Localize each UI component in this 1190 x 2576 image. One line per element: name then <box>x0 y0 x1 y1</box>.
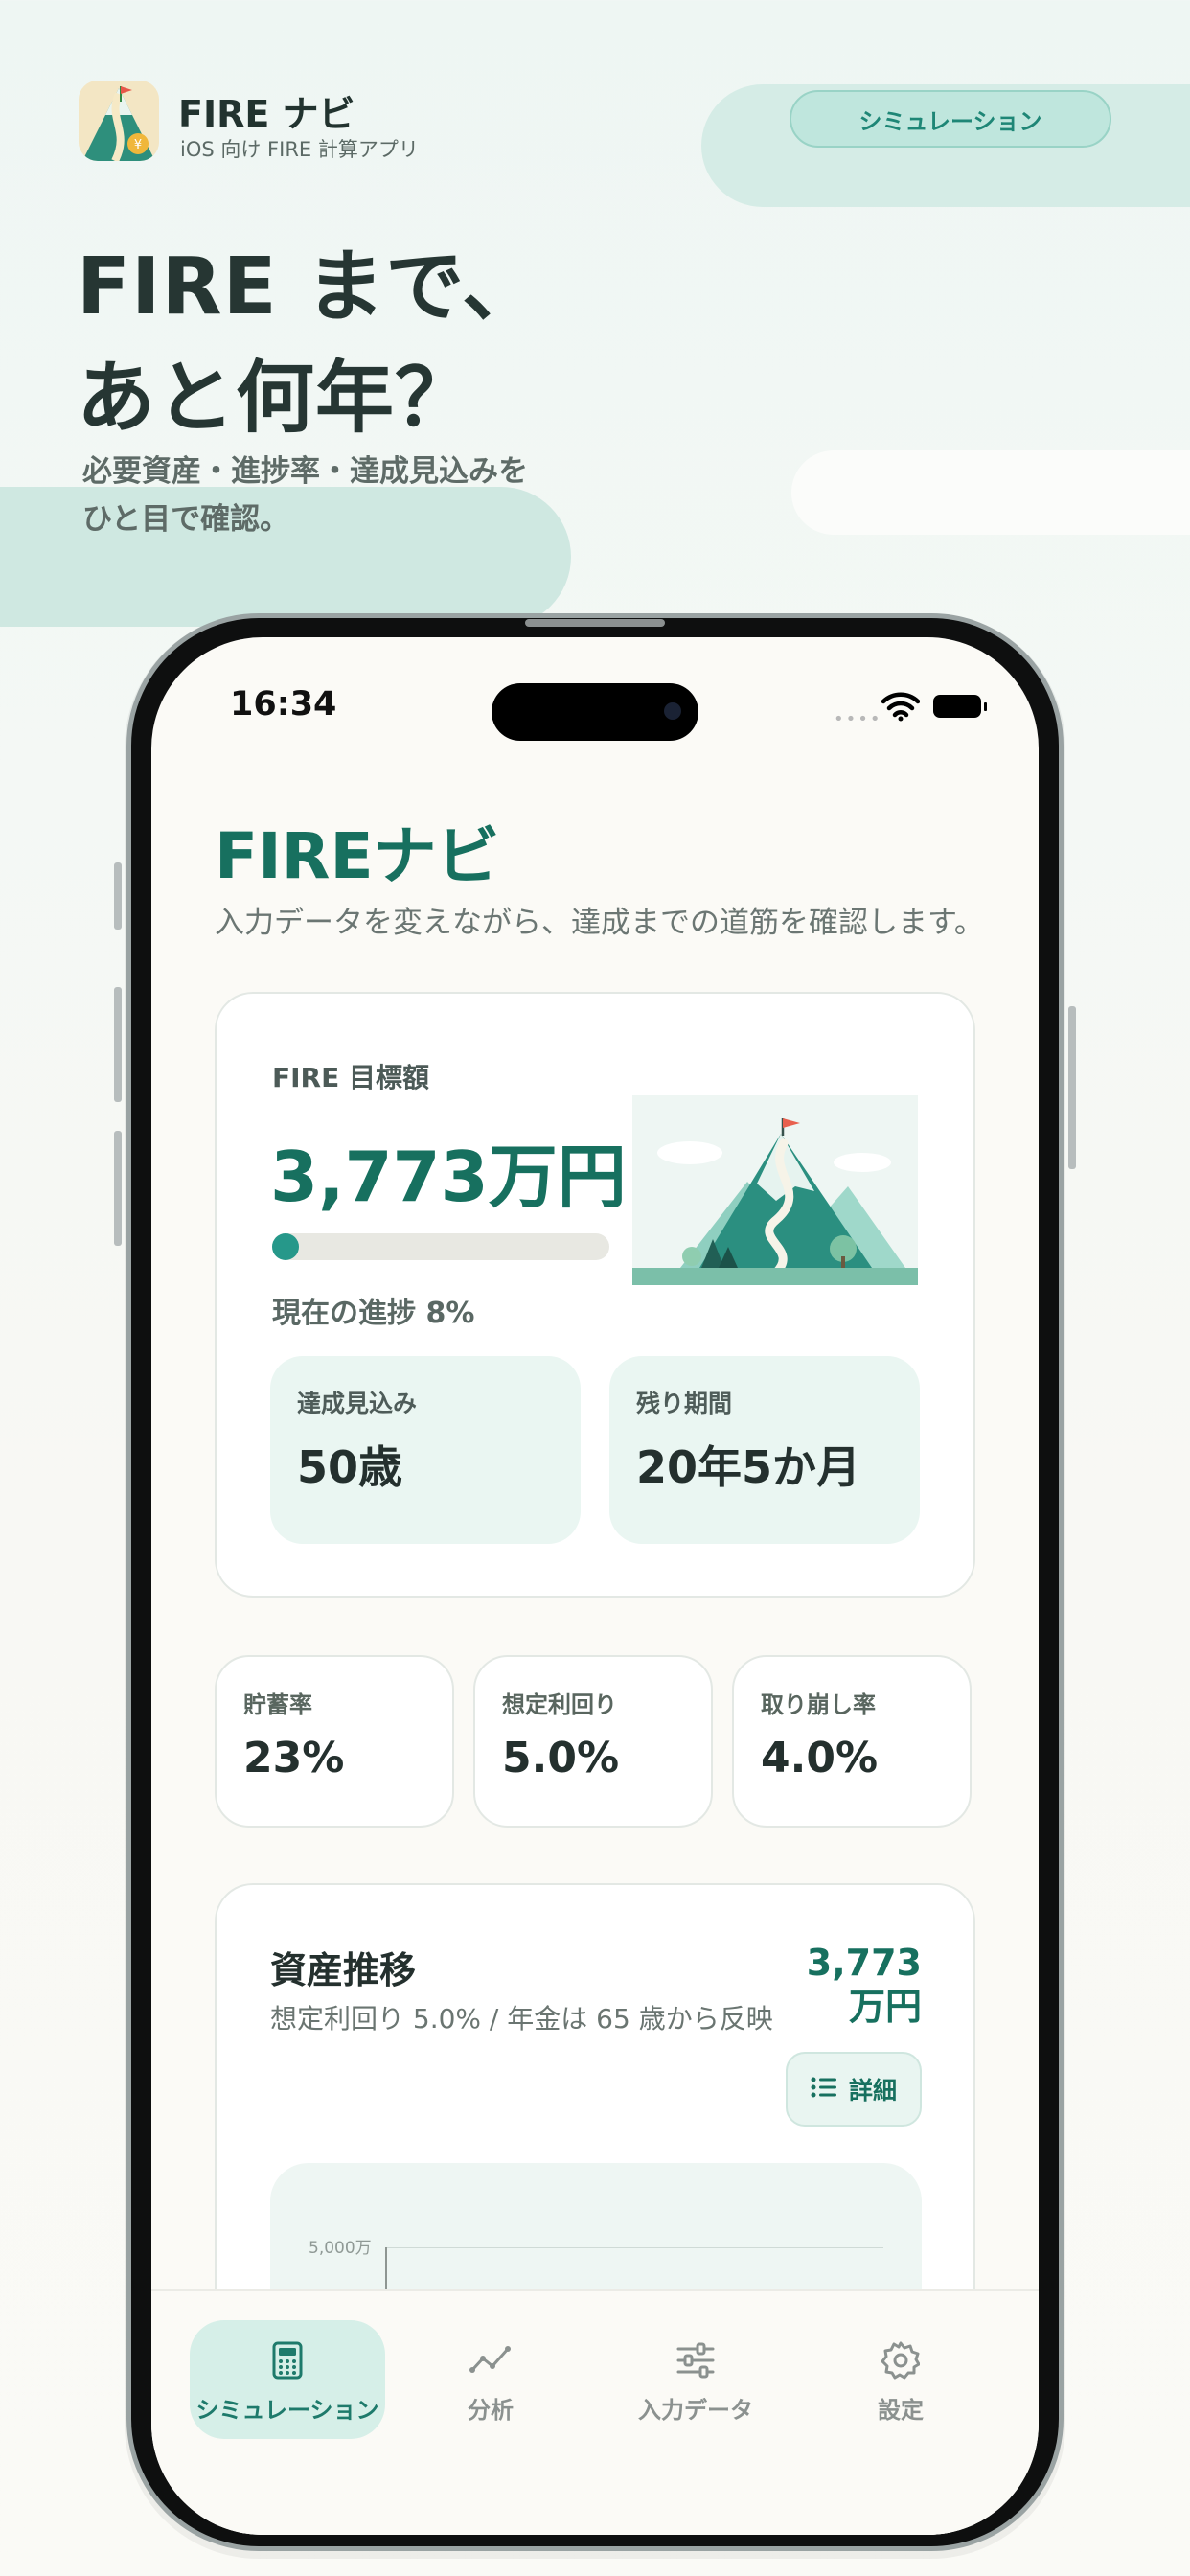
mountain-illustration <box>632 1095 918 1285</box>
trend-amount-number: 3,773 <box>806 1942 922 1984</box>
tab-simulation[interactable]: シミュレーション <box>190 2320 385 2439</box>
tab-analysis[interactable]: 分析 <box>393 2320 588 2439</box>
tab-bar: シミュレーション 分析 入力データ 設定 <box>151 2289 1039 2535</box>
phone-power-button <box>1068 1006 1076 1169</box>
goal-value: 3,773万円 <box>270 1137 627 1217</box>
decor-blob-mid-right <box>791 450 1190 535</box>
remaining-label: 残り期間 <box>636 1390 733 1417</box>
metric-expected-return[interactable]: 想定利回り 5.0% <box>473 1655 713 1828</box>
eta-value: 50歳 <box>297 1441 403 1493</box>
metric-label: 想定利回り <box>502 1691 617 1718</box>
status-time: 16:34 <box>230 685 337 724</box>
progress-text: 現在の進捗 8% <box>272 1297 475 1330</box>
trend-amount: 3,773 万円 <box>807 1941 922 2029</box>
list-icon <box>811 2076 837 2104</box>
camera-lens <box>664 702 681 720</box>
calculator-icon <box>272 2341 303 2383</box>
brand-name: FIRE ナビ <box>178 93 355 135</box>
headline-line-2: あと何年？ <box>77 353 475 444</box>
chart-gridline <box>385 2247 883 2248</box>
app-subtitle: 入力データを変えながら、達成までの道筋を確認します。 <box>215 906 984 940</box>
eta-label: 達成見込み <box>297 1390 418 1417</box>
phone-mute-switch <box>114 862 122 930</box>
progress-bar <box>272 1233 609 1260</box>
signal-icon: •••• <box>834 709 882 729</box>
brand-subtitle: iOS 向け FIRE 計算アプリ <box>180 138 419 161</box>
svg-text:¥: ¥ <box>134 138 142 152</box>
subcopy-line-1: 必要資産・進捗率・達成見込みを <box>82 454 528 489</box>
y-tick-label: 5,000万 <box>309 2239 372 2258</box>
phone-speaker <box>525 619 665 627</box>
remaining-value: 20年5か月 <box>636 1441 861 1493</box>
tab-label: 分析 <box>468 2397 514 2424</box>
tab-label: シミュレーション <box>195 2397 379 2424</box>
remaining-stat: 残り期間 20年5か月 <box>609 1356 920 1544</box>
app-title: FIREナビ <box>215 819 500 893</box>
trend-subtitle: 想定利回り 5.0% / 年金は 65 歳から反映 <box>270 2003 773 2035</box>
tab-input-data[interactable]: 入力データ <box>598 2320 793 2439</box>
phone-volume-down <box>114 1131 122 1246</box>
tab-label: 設定 <box>878 2397 924 2424</box>
subcopy-line-2: ひと目で確認。 <box>82 502 290 537</box>
metric-withdrawal-rate[interactable]: 取り崩し率 4.0% <box>732 1655 972 1828</box>
trend-amount-unit: 万円 <box>848 1986 922 2028</box>
gear-icon <box>881 2341 921 2383</box>
tab-settings[interactable]: 設定 <box>803 2320 998 2439</box>
progress-fill <box>272 1233 300 1260</box>
metric-value: 5.0% <box>502 1734 620 1782</box>
metric-savings-rate[interactable]: 貯蓄率 23% <box>215 1655 454 1828</box>
phone-volume-up <box>114 987 122 1102</box>
wifi-icon <box>881 691 921 725</box>
phone-screen: 16:34 •••• FIREナビ 入力データを変えながら、達成までの道筋を確認… <box>151 637 1039 2535</box>
app-icon: ¥ <box>79 80 159 161</box>
simulation-pill[interactable]: シミュレーション <box>790 90 1111 148</box>
metric-label: 取り崩し率 <box>761 1691 876 1718</box>
headline-line-1: FIRE まで、 <box>77 242 541 333</box>
tab-label: 入力データ <box>638 2397 753 2424</box>
goal-label: FIRE 目標額 <box>272 1062 429 1093</box>
eta-stat: 達成見込み 50歳 <box>270 1356 581 1544</box>
metric-label: 貯蓄率 <box>243 1691 312 1718</box>
fire-goal-card[interactable]: FIRE 目標額 3,773万円 現在の進捗 8% 達成見込み 50歳 残り期間… <box>215 992 975 1598</box>
detail-label: 詳細 <box>848 2077 897 2104</box>
trend-title: 資産推移 <box>270 1949 417 1991</box>
detail-button[interactable]: 詳細 <box>786 2052 922 2127</box>
metric-value: 23% <box>243 1734 345 1782</box>
battery-icon <box>933 695 987 718</box>
sliders-icon <box>676 2341 715 2383</box>
chart-line-icon <box>469 2341 512 2383</box>
metric-value: 4.0% <box>761 1734 879 1782</box>
